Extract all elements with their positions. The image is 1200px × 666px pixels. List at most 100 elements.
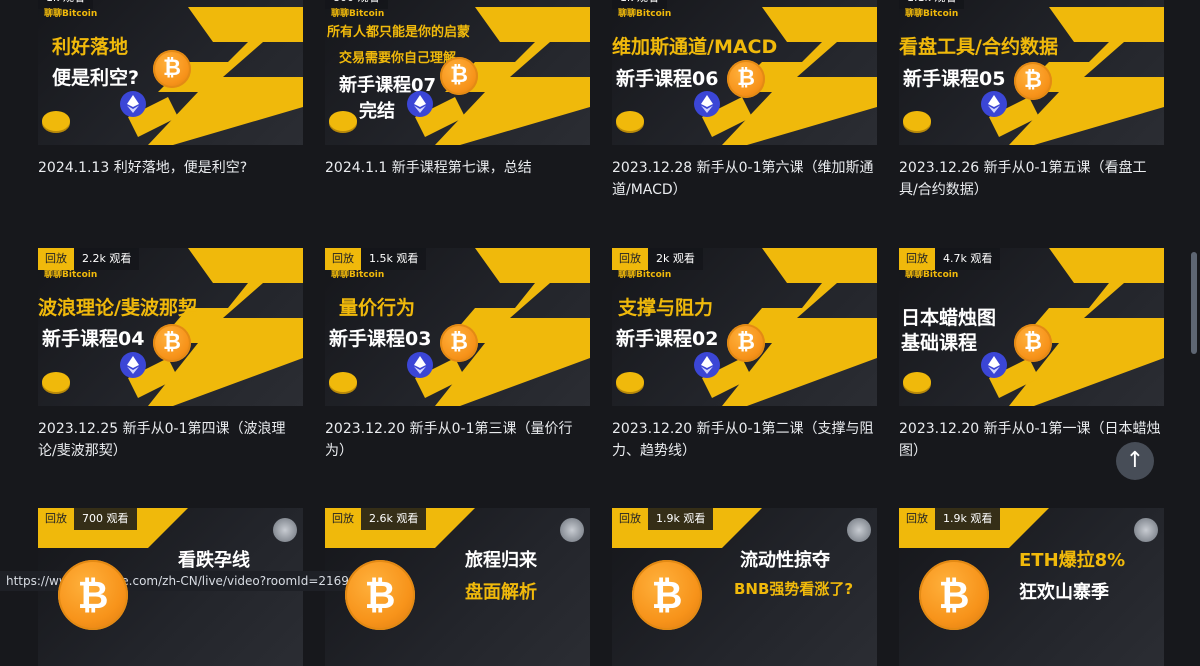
thumbnail-subline: 狂欢山寨季 (1019, 582, 1109, 603)
video-card[interactable]: 回放 1.5k 观看 聊聊Bitcoin 量价行为 新手课程03 ₿ 2023.1… (325, 248, 590, 462)
thumbnail-subline: 基础课程 (901, 332, 978, 354)
video-thumbnail[interactable]: 回放 2.2k 观看 聊聊Bitcoin 波浪理论/斐波那契 新手课程04 ₿ (38, 248, 303, 406)
bnb-coin-icon (903, 372, 931, 392)
video-thumbnail[interactable]: 回放 2k 观看 聊聊Bitcoin 支撑与阻力 新手课程02 ₿ (612, 248, 877, 406)
channel-avatar-icon (273, 518, 297, 542)
thumbnail-subline: 新手课程03 (329, 328, 432, 350)
video-card[interactable]: 800 观看 聊聊Bitcoin 所有人都只能是你的启蒙 交易需要你自己理解 新… (325, 0, 590, 179)
video-card[interactable]: 回放 1.9k 观看 ₿ ETH爆拉8% 狂欢山寨季 (899, 508, 1164, 666)
video-title[interactable]: 2023.12.28 新手从0-1第六课（维加斯通道/MACD） (612, 157, 874, 201)
ethereum-icon (407, 91, 433, 117)
thumbnail-headline: 日本蜡烛图 (901, 307, 997, 329)
video-title[interactable]: 2023.12.25 新手从0-1第四课（波浪理论/斐波那契） (38, 418, 300, 462)
video-card[interactable]: 回放 2.2k 观看 聊聊Bitcoin 波浪理论/斐波那契 新手课程04 ₿ 2… (38, 248, 303, 462)
video-thumbnail[interactable]: 1.1k 观看 聊聊Bitcoin 看盘工具/合约数据 新手课程05 ₿ (899, 0, 1164, 145)
thumbnail-subline: BNB强势看涨了? (734, 580, 854, 598)
replay-badge: 回放 1.9k 观看 (899, 508, 1001, 530)
bnb-coin-icon (616, 111, 644, 131)
replay-label: 回放 (38, 508, 74, 530)
thumbnail-headline: 量价行为 (339, 297, 416, 319)
channel-brand: 聊聊Bitcoin (618, 9, 672, 19)
bitcoin-icon: ₿ (1014, 62, 1052, 100)
video-card[interactable]: 1.1k 观看 聊聊Bitcoin 看盘工具/合约数据 新手课程05 ₿ 202… (899, 0, 1164, 201)
bnb-coin-icon (42, 372, 70, 392)
channel-brand: 聊聊Bitcoin (905, 9, 959, 19)
thumbnail-headline: 利好落地 (52, 36, 129, 58)
bitcoin-icon: ₿ (440, 57, 478, 95)
video-thumbnail[interactable]: 回放 1.9k 观看 ₿ 流动性掠夺 BNB强势看涨了? (612, 508, 877, 666)
video-title[interactable]: 2023.12.20 新手从0-1第三课（量价行为） (325, 418, 587, 462)
channel-avatar-icon (847, 518, 871, 542)
view-count: 1.9k 观看 (648, 508, 714, 530)
video-card[interactable]: 回放 4.7k 观看 聊聊Bitcoin 日本蜡烛图 基础课程 ₿ 2023.12… (899, 248, 1164, 462)
thumbnail-headline: 看盘工具/合约数据 (899, 36, 1058, 58)
thumbnail-subline: 新手课程05 (903, 68, 1006, 90)
video-card[interactable]: 1k 观看 聊聊Bitcoin 维加斯通道/MACD 新手课程06 ₿ 2023… (612, 0, 877, 201)
bnb-coin-icon (329, 372, 357, 392)
video-card[interactable]: 回放 1.9k 观看 ₿ 流动性掠夺 BNB强势看涨了? (612, 508, 877, 666)
video-title[interactable]: 2024.1.1 新手课程第七课，总结 (325, 157, 587, 179)
video-thumbnail[interactable]: 1k 观看 聊聊Bitcoin 维加斯通道/MACD 新手课程06 ₿ (612, 0, 877, 145)
replay-label: 回放 (325, 508, 361, 530)
thumbnail-headline: 旅程归来 (465, 550, 537, 571)
thumbnail-headline: ETH爆拉8% (1019, 550, 1126, 571)
bitcoin-icon: ₿ (153, 50, 191, 88)
video-card[interactable]: 1k 观看 聊聊Bitcoin 利好落地 便是利空? ₿ 2024.1.13 利… (38, 0, 303, 179)
bitcoin-icon: ₿ (919, 560, 989, 630)
replay-label: 回放 (612, 508, 648, 530)
channel-brand: 聊聊Bitcoin (618, 270, 672, 280)
ethereum-icon (120, 352, 146, 378)
video-thumbnail[interactable]: 800 观看 聊聊Bitcoin 所有人都只能是你的启蒙 交易需要你自己理解 新… (325, 0, 590, 145)
video-thumbnail[interactable]: 回放 1.5k 观看 聊聊Bitcoin 量价行为 新手课程03 ₿ (325, 248, 590, 406)
replay-badge: 回放 2.6k 观看 (325, 508, 427, 530)
bitcoin-icon: ₿ (727, 60, 765, 98)
bitcoin-icon: ₿ (153, 324, 191, 362)
bitcoin-icon: ₿ (58, 560, 128, 630)
ethereum-icon (981, 352, 1007, 378)
arrow-up-icon: ↑ (1125, 448, 1145, 473)
bnb-coin-icon (42, 111, 70, 131)
bnb-coin-icon (616, 372, 644, 392)
thumbnail-headline: 维加斯通道/MACD (612, 36, 778, 58)
video-card[interactable]: 回放 2.6k 观看 ₿ 旅程归来 盘面解析 (325, 508, 590, 666)
ethereum-icon (694, 352, 720, 378)
thumbnail-subline: 新手课程04 (42, 328, 145, 350)
video-card[interactable]: 回放 2k 观看 聊聊Bitcoin 支撑与阻力 新手课程02 ₿ 2023.12… (612, 248, 877, 462)
channel-brand: 聊聊Bitcoin (905, 270, 959, 280)
video-title[interactable]: 2024.1.13 利好落地，便是利空? (38, 157, 300, 179)
bitcoin-icon: ₿ (1014, 324, 1052, 362)
video-grid: 1k 观看 聊聊Bitcoin 利好落地 便是利空? ₿ 2024.1.13 利… (0, 0, 1200, 666)
replay-badge: 回放 1.9k 观看 (612, 508, 714, 530)
video-thumbnail[interactable]: 1k 观看 聊聊Bitcoin 利好落地 便是利空? ₿ (38, 0, 303, 145)
thumbnail-headline: 所有人都只能是你的启蒙 (327, 25, 471, 40)
page-scrollbar[interactable] (1191, 252, 1197, 354)
channel-brand: 聊聊Bitcoin (44, 9, 98, 19)
video-thumbnail[interactable]: 回放 4.7k 观看 聊聊Bitcoin 日本蜡烛图 基础课程 ₿ (899, 248, 1164, 406)
ethereum-icon (694, 91, 720, 117)
channel-avatar-icon (560, 518, 584, 542)
bitcoin-icon: ₿ (440, 324, 478, 362)
thumbnail-subline: 盘面解析 (465, 582, 537, 603)
channel-brand: 聊聊Bitcoin (331, 9, 385, 19)
bitcoin-icon: ₿ (632, 560, 702, 630)
video-title[interactable]: 2023.12.26 新手从0-1第五课（看盘工具/合约数据） (899, 157, 1161, 201)
channel-brand: 聊聊Bitcoin (44, 270, 98, 280)
thumbnail-subline: 新手课程06 (616, 68, 719, 90)
channel-avatar-icon (1134, 518, 1158, 542)
video-thumbnail[interactable]: 回放 2.6k 观看 ₿ 旅程归来 盘面解析 (325, 508, 590, 666)
replay-label: 回放 (899, 508, 935, 530)
replay-badge: 回放 700 观看 (38, 508, 137, 530)
ethereum-icon (407, 352, 433, 378)
view-count: 2.6k 观看 (361, 508, 427, 530)
browser-status-url: https://www.binance.com/zh-CN/live/video… (0, 571, 380, 591)
view-count: 1.9k 观看 (935, 508, 1001, 530)
video-title[interactable]: 2023.12.20 新手从0-1第二课（支撑与阻力、趋势线） (612, 418, 874, 462)
bitcoin-icon: ₿ (345, 560, 415, 630)
thumbnail-headline: 支撑与阻力 (618, 297, 714, 319)
video-thumbnail[interactable]: 回放 1.9k 观看 ₿ ETH爆拉8% 狂欢山寨季 (899, 508, 1164, 666)
view-count: 700 观看 (74, 508, 137, 530)
back-to-top-button[interactable]: ↑ (1116, 442, 1154, 480)
thumbnail-subline: 交易需要你自己理解 (339, 51, 457, 66)
thumbnail-subline: 新手课程02 (616, 328, 719, 350)
ethereum-icon (981, 91, 1007, 117)
